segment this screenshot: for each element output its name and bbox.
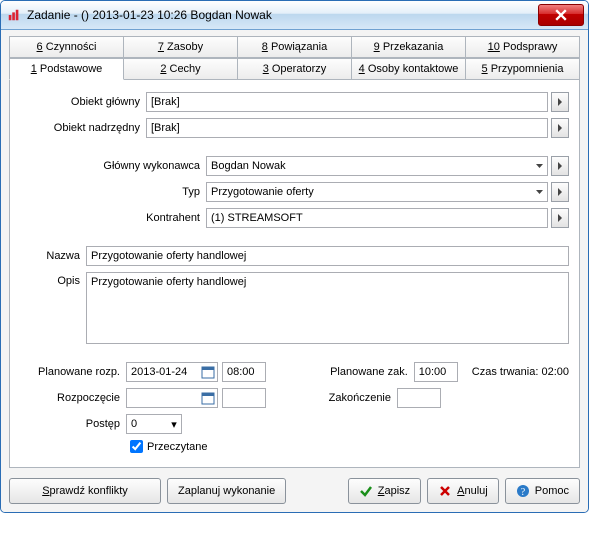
tab-powiazania[interactable]: 8 Powiązania [237, 36, 352, 58]
client-area: 6 Czynności 7 Zasoby 8 Powiązania 9 Prze… [1, 30, 588, 512]
help-icon: ? [516, 484, 530, 498]
field-obiekt-nadrzedny[interactable]: [Brak] [146, 118, 548, 138]
button-zapisz[interactable]: Zapisz [348, 478, 421, 504]
dialog-window: Zadanie - () 2013-01-23 10:26 Bogdan Now… [0, 0, 589, 513]
lookup-obiekt-nadrzedny[interactable] [551, 118, 569, 138]
field-nazwa[interactable]: Przygotowanie oferty handlowej [86, 246, 569, 266]
close-button[interactable] [538, 4, 584, 26]
field-rozpoczecie-date[interactable] [126, 388, 218, 408]
field-zakonczenie-time[interactable] [397, 388, 441, 408]
lookup-glowny-wykonawca[interactable] [551, 156, 569, 176]
calendar-button-rozpoczecie[interactable] [199, 389, 217, 407]
chevron-down-icon: ▾ [167, 418, 181, 431]
label-czas-trwania: Czas trwania: 02:00 [472, 366, 569, 378]
chevron-right-icon [557, 162, 563, 170]
label-typ: Typ [80, 186, 206, 198]
button-sprawdz-konflikty[interactable]: Sprawdź konflikty [9, 478, 161, 504]
button-bar: Sprawdź konflikty Zaplanuj wykonanie Zap… [9, 478, 580, 504]
label-planowane-rozp: Planowane rozp. [20, 366, 126, 378]
label-glowny-wykonawca: Główny wykonawca [80, 160, 206, 172]
tab-row-primary: 1 Podstawowe 2 Cechy 3 Operatorzy 4 Osob… [9, 58, 580, 80]
chevron-right-icon [557, 98, 563, 106]
app-icon [7, 8, 21, 22]
tab-przekazania[interactable]: 9 Przekazania [351, 36, 466, 58]
label-kontrahent: Kontrahent [80, 212, 206, 224]
tab-podstawowe-panel: Obiekt główny [Brak] Obiekt nadrzędny [B… [9, 80, 580, 468]
label-obiekt-nadrzedny: Obiekt nadrzędny [20, 122, 146, 134]
tab-zasoby[interactable]: 7 Zasoby [123, 36, 238, 58]
tab-operatorzy[interactable]: 3 Operatorzy [237, 58, 352, 80]
calendar-icon [201, 365, 215, 379]
tab-strip: 6 Czynności 7 Zasoby 8 Powiązania 9 Prze… [9, 36, 580, 80]
label-rozpoczecie: Rozpoczęcie [20, 392, 126, 404]
chevron-down-icon [531, 183, 547, 201]
planowane-rozp-date-value: 2013-01-24 [127, 366, 199, 378]
field-obiekt-glowny[interactable]: [Brak] [146, 92, 548, 112]
tab-row-secondary: 6 Czynności 7 Zasoby 8 Powiązania 9 Prze… [9, 36, 580, 58]
label-postep: Postęp [20, 418, 126, 430]
chevron-down-icon [531, 157, 547, 175]
window-title: Zadanie - () 2013-01-23 10:26 Bogdan Now… [27, 8, 538, 22]
tab-podsprawy[interactable]: 10 Podsprawy [465, 36, 580, 58]
lookup-typ[interactable] [551, 182, 569, 202]
button-pomoc[interactable]: ? Pomoc [505, 478, 580, 504]
chevron-right-icon [557, 214, 563, 222]
field-planowane-rozp-time[interactable]: 08:00 [222, 362, 266, 382]
calendar-icon [201, 391, 215, 405]
label-zakonczenie: Zakończenie [301, 392, 397, 404]
tab-osoby-kontaktowe[interactable]: 4 Osoby kontaktowe [351, 58, 466, 80]
tab-podstawowe[interactable]: 1 Podstawowe [9, 58, 124, 80]
field-kontrahent[interactable]: (1) STREAMSOFT [206, 208, 548, 228]
tab-cechy[interactable]: 2 Cechy [123, 58, 238, 80]
field-planowane-zak-time[interactable]: 10:00 [414, 362, 458, 382]
label-planowane-zak: Planowane zak. [318, 366, 414, 378]
tab-przypomnienia[interactable]: 5 Przypomnienia [465, 58, 580, 80]
tab-czynnosci[interactable]: 6 Czynności [9, 36, 124, 58]
textarea-opis[interactable] [86, 272, 569, 344]
label-opis: Opis [20, 272, 86, 287]
svg-text:?: ? [521, 487, 526, 498]
combo-typ-value: Przygotowanie oferty [207, 186, 531, 198]
label-przeczytane: Przeczytane [147, 441, 208, 453]
field-planowane-rozp-date[interactable]: 2013-01-24 [126, 362, 218, 382]
label-nazwa: Nazwa [20, 250, 86, 262]
calendar-button-rozp[interactable] [199, 363, 217, 381]
field-rozpoczecie-time[interactable] [222, 388, 266, 408]
combo-postep-value: 0 [127, 418, 167, 430]
chevron-right-icon [557, 124, 563, 132]
cancel-icon [438, 484, 452, 498]
lookup-kontrahent[interactable] [551, 208, 569, 228]
combo-typ[interactable]: Przygotowanie oferty [206, 182, 548, 202]
checkbox-przeczytane[interactable] [130, 440, 143, 453]
combo-glowny-wykonawca-value: Bogdan Nowak [207, 160, 531, 172]
chevron-right-icon [557, 188, 563, 196]
label-obiekt-glowny: Obiekt główny [20, 96, 146, 108]
lookup-obiekt-glowny[interactable] [551, 92, 569, 112]
titlebar: Zadanie - () 2013-01-23 10:26 Bogdan Now… [1, 1, 588, 30]
button-zaplanuj-wykonanie[interactable]: Zaplanuj wykonanie [167, 478, 286, 504]
combo-glowny-wykonawca[interactable]: Bogdan Nowak [206, 156, 548, 176]
button-anuluj[interactable]: Anuluj [427, 478, 499, 504]
check-icon [359, 484, 373, 498]
combo-postep[interactable]: 0 ▾ [126, 414, 182, 434]
